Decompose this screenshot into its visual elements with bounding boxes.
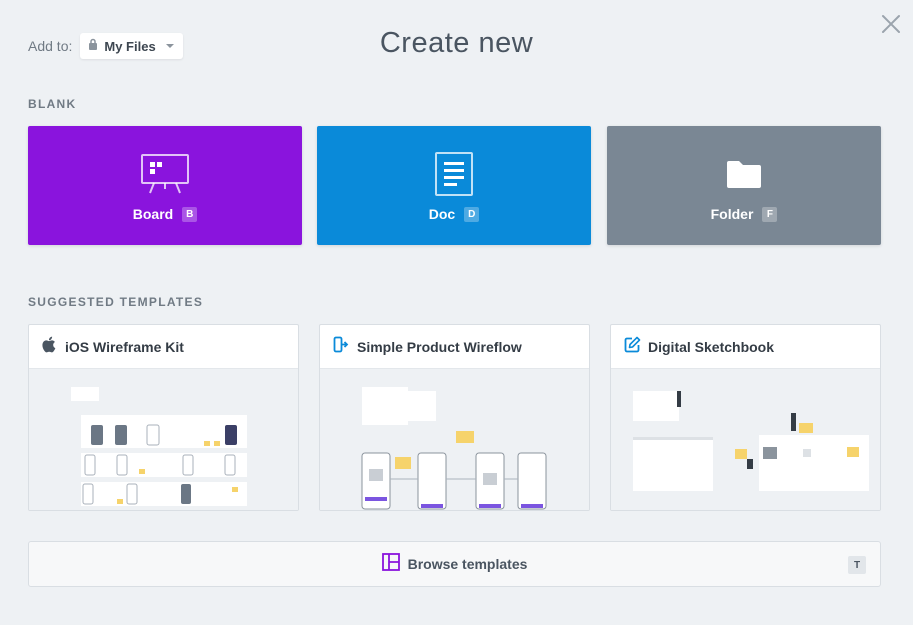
folder-icon — [725, 152, 763, 196]
doc-label: Doc — [428, 206, 456, 222]
template-card-simple-product-wireflow[interactable]: Simple Product Wireflow — [319, 324, 590, 511]
board-label: Board — [132, 206, 174, 222]
template-preview — [320, 369, 589, 510]
browse-templates-label: Browse templates — [407, 556, 528, 572]
blank-section-label: BLANK — [28, 97, 77, 111]
template-preview — [611, 369, 880, 510]
wireflow-icon — [333, 336, 350, 358]
folder-shortcut-badge: F — [762, 206, 778, 222]
close-button[interactable] — [879, 12, 903, 36]
board-icon — [140, 152, 190, 196]
browse-shortcut-badge: T — [848, 556, 866, 574]
edit-icon — [624, 336, 641, 358]
new-board-card[interactable]: Board B — [28, 126, 302, 245]
browse-templates-button[interactable]: Browse templates T — [28, 541, 881, 587]
close-icon — [882, 15, 900, 33]
new-folder-card[interactable]: Folder F — [607, 126, 881, 245]
template-card-ios-wireframe-kit[interactable]: iOS Wireframe Kit — [28, 324, 299, 511]
doc-shortcut-badge: D — [464, 206, 480, 222]
template-card-digital-sketchbook[interactable]: Digital Sketchbook — [610, 324, 881, 511]
new-doc-card[interactable]: Doc D — [317, 126, 591, 245]
page-title: Create new — [379, 27, 534, 59]
template-title: Digital Sketchbook — [648, 338, 775, 355]
templates-section-label: SUGGESTED TEMPLATES — [28, 295, 204, 309]
doc-icon — [434, 152, 474, 196]
template-title: Simple Product Wireflow — [357, 338, 522, 355]
board-shortcut-badge: B — [182, 206, 198, 222]
template-title: iOS Wireframe Kit — [65, 338, 184, 355]
apple-icon — [42, 336, 58, 358]
folder-label: Folder — [710, 206, 754, 222]
template-layout-icon — [381, 552, 400, 576]
template-preview — [29, 369, 298, 510]
